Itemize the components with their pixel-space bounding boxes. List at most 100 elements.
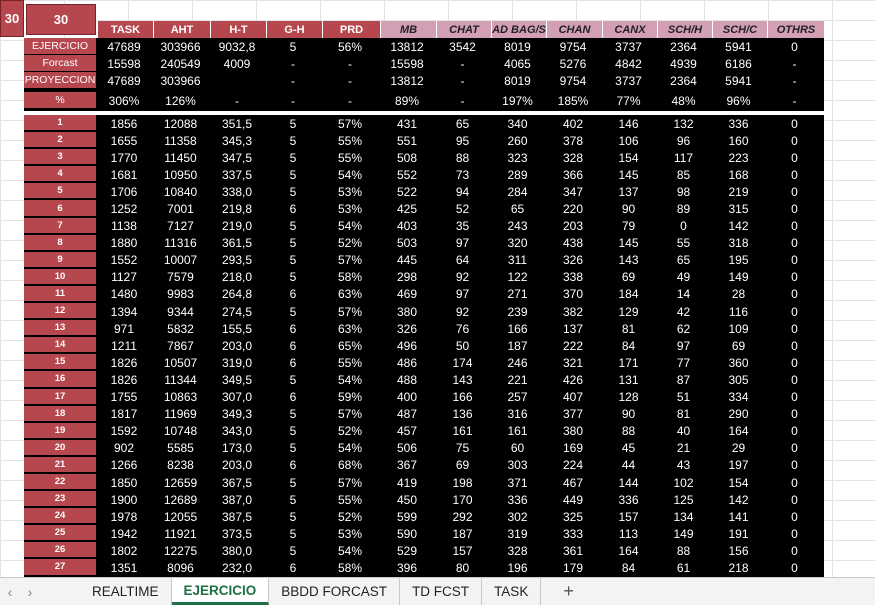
table-cell[interactable]: 496: [379, 337, 435, 354]
table-cell[interactable]: 10950: [152, 166, 209, 183]
table-cell[interactable]: 7867: [152, 337, 209, 354]
table-cell[interactable]: 1655: [96, 132, 152, 149]
table-cell[interactable]: 197: [711, 457, 766, 474]
sheet-tab[interactable]: BBDD FORCAST: [269, 578, 401, 605]
table-cell[interactable]: 403: [379, 218, 435, 235]
table-cell[interactable]: 333: [545, 525, 601, 542]
table-cell[interactable]: 142: [711, 218, 766, 235]
table-cell[interactable]: 1252: [96, 200, 152, 217]
table-cell[interactable]: 503: [379, 235, 435, 252]
table-cell[interactable]: 400: [379, 389, 435, 406]
table-cell[interactable]: 11921: [152, 525, 209, 542]
table-cell[interactable]: 1394: [96, 303, 152, 320]
table-cell[interactable]: 0: [766, 320, 823, 337]
day-number[interactable]: 7: [24, 217, 96, 235]
table-cell[interactable]: 0: [766, 235, 823, 252]
table-cell[interactable]: 315: [711, 200, 766, 217]
table-cell[interactable]: 69: [601, 269, 656, 286]
table-cell[interactable]: 1826: [96, 371, 152, 388]
table-cell[interactable]: 378: [545, 132, 601, 149]
table-cell[interactable]: 137: [601, 183, 656, 200]
table-cell[interactable]: 58%: [321, 559, 379, 576]
table-cell[interactable]: 95: [435, 132, 490, 149]
table-cell[interactable]: 457: [379, 423, 435, 440]
table-cell[interactable]: 284: [490, 183, 545, 200]
table-cell[interactable]: 149: [711, 269, 766, 286]
summary-cell[interactable]: 5: [265, 38, 321, 55]
table-cell[interactable]: 79: [601, 218, 656, 235]
summary-cell[interactable]: 4939: [656, 55, 711, 72]
table-cell[interactable]: 61: [656, 559, 711, 576]
table-cell[interactable]: 0: [766, 371, 823, 388]
table-cell[interactable]: 11358: [152, 132, 209, 149]
summary-row-label[interactable]: %: [24, 92, 96, 109]
table-cell[interactable]: 132: [656, 115, 711, 132]
table-cell[interactable]: 380: [545, 423, 601, 440]
column-header[interactable]: SCH/H: [658, 21, 713, 38]
table-cell[interactable]: 94: [435, 183, 490, 200]
table-cell[interactable]: 303: [490, 457, 545, 474]
table-cell[interactable]: 0: [656, 218, 711, 235]
table-cell[interactable]: 73: [435, 166, 490, 183]
table-cell[interactable]: 1802: [96, 542, 152, 559]
table-cell[interactable]: 0: [766, 337, 823, 354]
table-cell[interactable]: 174: [435, 354, 490, 371]
table-cell[interactable]: 0: [766, 406, 823, 423]
table-cell[interactable]: 336: [601, 491, 656, 508]
summary-cell[interactable]: 96%: [711, 92, 766, 109]
day-number[interactable]: 23: [24, 491, 96, 509]
table-cell[interactable]: 5: [265, 525, 321, 542]
summary-cell[interactable]: 89%: [379, 92, 435, 109]
table-cell[interactable]: 9344: [152, 303, 209, 320]
table-cell[interactable]: 88: [435, 149, 490, 166]
table-cell[interactable]: 220: [545, 200, 601, 217]
table-cell[interactable]: 89: [656, 200, 711, 217]
table-cell[interactable]: 55%: [321, 149, 379, 166]
table-cell[interactable]: 5: [265, 508, 321, 525]
table-cell[interactable]: 1592: [96, 423, 152, 440]
table-cell[interactable]: 170: [435, 491, 490, 508]
table-cell[interactable]: 65%: [321, 337, 379, 354]
table-cell[interactable]: 92: [435, 303, 490, 320]
table-cell[interactable]: 222: [545, 337, 601, 354]
table-cell[interactable]: 260: [490, 132, 545, 149]
table-cell[interactable]: 0: [766, 200, 823, 217]
table-cell[interactable]: 367,5: [209, 474, 265, 491]
table-cell[interactable]: 10863: [152, 389, 209, 406]
table-cell[interactable]: 5: [265, 115, 321, 132]
day-number[interactable]: 8: [24, 234, 96, 252]
table-cell[interactable]: 1770: [96, 149, 152, 166]
table-cell[interactable]: 21: [656, 440, 711, 457]
sheet-tab[interactable]: EJERCICIO: [171, 578, 270, 605]
table-cell[interactable]: 143: [435, 371, 490, 388]
table-cell[interactable]: 5: [265, 440, 321, 457]
table-cell[interactable]: 69: [711, 337, 766, 354]
table-cell[interactable]: 0: [766, 218, 823, 235]
table-cell[interactable]: 5: [265, 252, 321, 269]
corner-cell-b[interactable]: 30: [26, 4, 96, 35]
table-cell[interactable]: 0: [766, 115, 823, 132]
summary-cell[interactable]: 47689: [96, 72, 152, 89]
table-cell[interactable]: 195: [711, 252, 766, 269]
table-cell[interactable]: 54%: [321, 166, 379, 183]
table-cell[interactable]: 487: [379, 406, 435, 423]
table-cell[interactable]: 320: [490, 235, 545, 252]
table-cell[interactable]: 1880: [96, 235, 152, 252]
table-cell[interactable]: 12088: [152, 115, 209, 132]
table-cell[interactable]: 325: [545, 508, 601, 525]
table-cell[interactable]: 43: [656, 457, 711, 474]
table-cell[interactable]: 102: [656, 474, 711, 491]
column-header[interactable]: CANX: [603, 21, 658, 38]
day-number[interactable]: 14: [24, 337, 96, 355]
table-cell[interactable]: 52%: [321, 423, 379, 440]
column-header[interactable]: AD BAG/S: [492, 21, 547, 38]
table-cell[interactable]: 219,0: [209, 218, 265, 235]
table-cell[interactable]: 6: [265, 320, 321, 337]
table-cell[interactable]: 246: [490, 354, 545, 371]
summary-cell[interactable]: 2364: [656, 72, 711, 89]
table-cell[interactable]: 0: [766, 354, 823, 371]
table-cell[interactable]: 76: [435, 320, 490, 337]
table-cell[interactable]: 321: [545, 354, 601, 371]
table-cell[interactable]: 488: [379, 371, 435, 388]
table-cell[interactable]: 221: [490, 371, 545, 388]
